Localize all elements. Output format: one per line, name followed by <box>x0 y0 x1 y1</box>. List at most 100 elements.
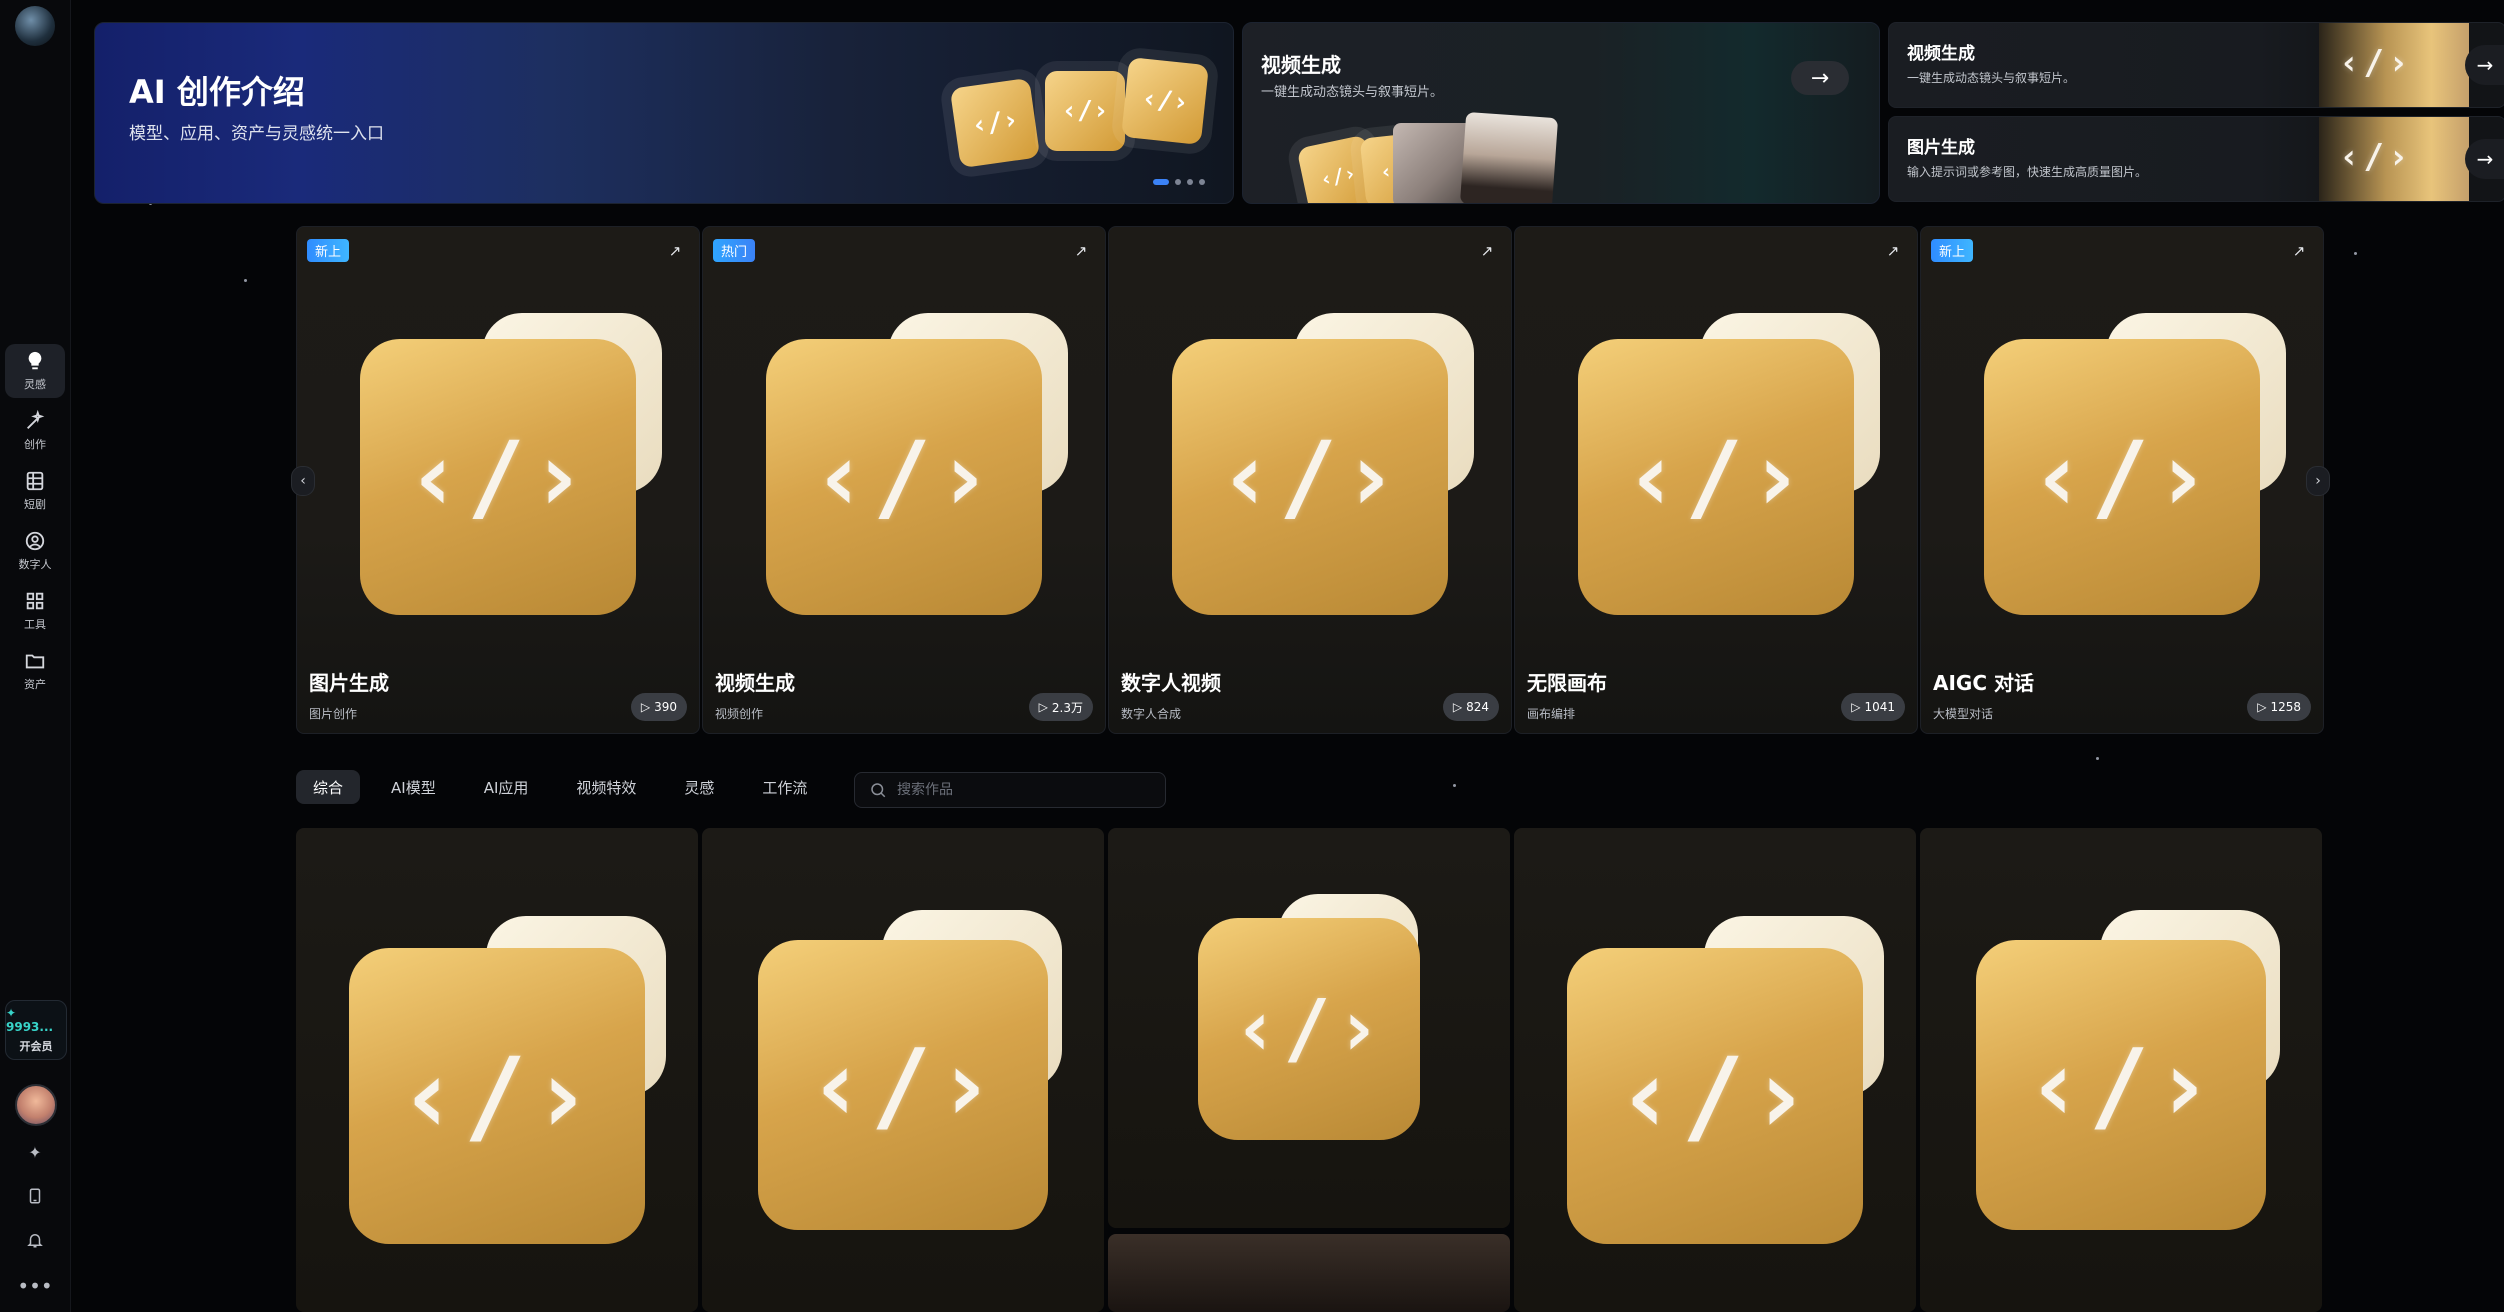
play-icon: ▷ <box>1038 700 1048 714</box>
person-icon <box>25 531 45 551</box>
play-icon: ▷ <box>1452 700 1463 714</box>
open-external-icon[interactable]: ↗ <box>663 239 687 263</box>
sidebar-item-label: 短剧 <box>24 498 46 511</box>
play-icon: ▷ <box>640 700 651 714</box>
card-subtitle: 数字人合成 <box>1121 707 1182 721</box>
sidebar-item-inspiration[interactable]: 灵感 <box>5 344 65 398</box>
featured-card[interactable]: 新上 ↗ ‹/› AIGC 对话 大模型对话 ▷ 1258 <box>1920 226 2324 734</box>
gallery-item[interactable]: ‹/› <box>1920 828 2322 1312</box>
code-tile-icon: ‹/› <box>758 940 1048 1230</box>
film-icon <box>26 471 44 491</box>
card-title: 视频生成 <box>1907 44 1975 64</box>
carousel-dot[interactable] <box>1153 179 1169 185</box>
bell-icon[interactable] <box>23 1228 47 1252</box>
code-tile-icon: ‹/› <box>949 77 1041 169</box>
play-count-value: 390 <box>654 700 677 714</box>
sidebar-item-label: 工具 <box>24 618 46 631</box>
credits-value: 9993... <box>6 1020 54 1034</box>
gallery-item[interactable]: ‹/› <box>1108 828 1510 1228</box>
play-count: ▷ 2.3万 <box>1028 693 1093 721</box>
search-box[interactable] <box>854 772 1166 808</box>
credits-panel[interactable]: ✦ 9993... 开会员 <box>5 1000 67 1060</box>
play-icon: ▷ <box>2257 700 2267 714</box>
gallery-item[interactable]: ‹/› <box>702 828 1104 1312</box>
tab-ai-app[interactable]: AI应用 <box>467 770 546 804</box>
more-icon[interactable]: ••• <box>17 1274 52 1298</box>
side-card-image[interactable]: 图片生成 输入提示词或参考图，快速生成高质量图片。 ‹/› → <box>1888 116 2504 202</box>
featured-card[interactable]: 热门 ↗ ‹/› 视频生成 视频创作 ▷ 2.3万 <box>702 226 1106 734</box>
magic-wand-icon <box>27 410 45 429</box>
carousel-dot[interactable] <box>1175 179 1181 185</box>
sidebar-item-assets[interactable]: 资产 <box>5 644 65 698</box>
card-subtitle: 输入提示词或参考图，快速生成高质量图片。 <box>1907 165 2148 179</box>
play-count-value: 824 <box>1466 700 1489 714</box>
card-title: 图片生成 <box>1907 138 1975 158</box>
star-dot <box>244 279 247 282</box>
card-thumbnail: ‹/› <box>2319 117 2469 201</box>
grid-icon <box>26 592 44 610</box>
featured-card[interactable]: 新上 ↗ ‹/› 图片生成 图片创作 ▷ 390 <box>296 226 700 734</box>
credits-amount: ✦ 9993... <box>6 1006 54 1034</box>
sidebar-item-create[interactable]: 创作 <box>5 404 65 458</box>
tab-all[interactable]: 综合 <box>296 770 361 804</box>
code-tile-icon: ‹/› <box>1198 918 1420 1140</box>
tab-workflow[interactable]: 工作流 <box>745 770 824 804</box>
gallery-item-portrait[interactable] <box>1108 1234 1510 1312</box>
card-thumbnail: ‹/› <box>2319 23 2469 107</box>
sidebar-item-short-drama[interactable]: 短剧 <box>5 464 65 518</box>
gallery-item[interactable]: ‹/› <box>1514 828 1916 1312</box>
card-title: 数字人视频 <box>1121 671 1221 695</box>
portrait-thumbnail <box>1459 111 1559 203</box>
code-tile-icon: ‹/› <box>349 948 645 1244</box>
card-subtitle: 图片创作 <box>309 707 358 721</box>
open-external-icon[interactable]: ↗ <box>2287 239 2311 263</box>
card-title: 图片生成 <box>309 671 389 695</box>
open-external-icon[interactable]: ↗ <box>1475 239 1499 263</box>
tab-ai-model[interactable]: AI模型 <box>374 770 453 804</box>
featured-card[interactable]: ↗ ‹/› 数字人视频 数字人合成 ▷ 824 <box>1108 226 1512 734</box>
status-badge: 新上 <box>1931 239 1974 262</box>
code-tile-icon: ‹/› <box>1976 940 2266 1230</box>
open-external-icon[interactable]: ↗ <box>1881 239 1905 263</box>
carousel-prev-button[interactable]: ‹ <box>291 466 315 496</box>
bulb-icon <box>28 351 42 370</box>
play-icon: ▷ <box>1851 700 1861 714</box>
hero-title: AI 创作介绍 <box>129 73 305 111</box>
search-input[interactable] <box>895 781 1149 799</box>
sidebar: 灵感 创作 短剧 数字人 工具 资产 ✦ 9993... 开会员 ✦ ••• <box>0 0 71 1312</box>
carousel-dot[interactable] <box>1187 179 1193 185</box>
app-logo[interactable] <box>15 6 55 46</box>
gallery-item[interactable]: ‹/› <box>296 828 698 1312</box>
sparkle-icon[interactable]: ✦ <box>23 1140 47 1164</box>
carousel-dot[interactable] <box>1199 179 1205 185</box>
carousel-next-button[interactable]: › <box>2306 466 2330 496</box>
featured-card[interactable]: ↗ ‹/› 无限画布 画布编排 ▷ 1041 <box>1514 226 1918 734</box>
sidebar-item-label: 资产 <box>24 678 46 691</box>
tab-inspiration[interactable]: 灵感 <box>667 770 731 804</box>
open-external-icon[interactable]: ↗ <box>1069 239 1093 263</box>
side-card-video[interactable]: 视频生成 一键生成动态镜头与叙事短片。 ‹/› → <box>1888 22 2504 108</box>
status-badge: 热门 <box>713 239 756 262</box>
hero-banner[interactable]: AI 创作介绍 模型、应用、资产与灵感统一入口 ‹/› ‹/› ‹/› <box>94 22 1234 204</box>
sidebar-item-digital-human[interactable]: 数字人 <box>5 524 65 578</box>
card-subtitle: 画布编排 <box>1527 707 1576 721</box>
tab-video-effects[interactable]: 视频特效 <box>559 770 653 804</box>
play-count: ▷ 1258 <box>2247 693 2311 721</box>
code-tile-icon: ‹/› <box>1045 71 1125 151</box>
arrow-right-button[interactable]: → <box>1791 61 1849 95</box>
card-subtitle: 一键生成动态镜头与叙事短片。 <box>1261 85 1444 100</box>
play-count: ▷ 390 <box>630 693 687 721</box>
play-count: ▷ 824 <box>1442 693 1499 721</box>
avatar[interactable] <box>15 1084 57 1126</box>
arrow-right-button[interactable]: → <box>2465 45 2504 85</box>
star-dot <box>2096 757 2099 760</box>
vip-button[interactable]: 开会员 <box>20 1038 53 1054</box>
arrow-right-button[interactable]: → <box>2465 139 2504 179</box>
search-icon <box>871 783 886 798</box>
carousel-indicator[interactable] <box>1153 179 1205 185</box>
video-generation-card[interactable]: 视频生成 一键生成动态镜头与叙事短片。 → ‹/› ‹/› <box>1242 22 1880 204</box>
code-tile-icon: ‹/› <box>2339 137 2413 177</box>
sidebar-item-label: 数字人 <box>18 558 52 571</box>
phone-icon[interactable] <box>23 1184 47 1208</box>
sidebar-item-tools[interactable]: 工具 <box>5 584 65 638</box>
